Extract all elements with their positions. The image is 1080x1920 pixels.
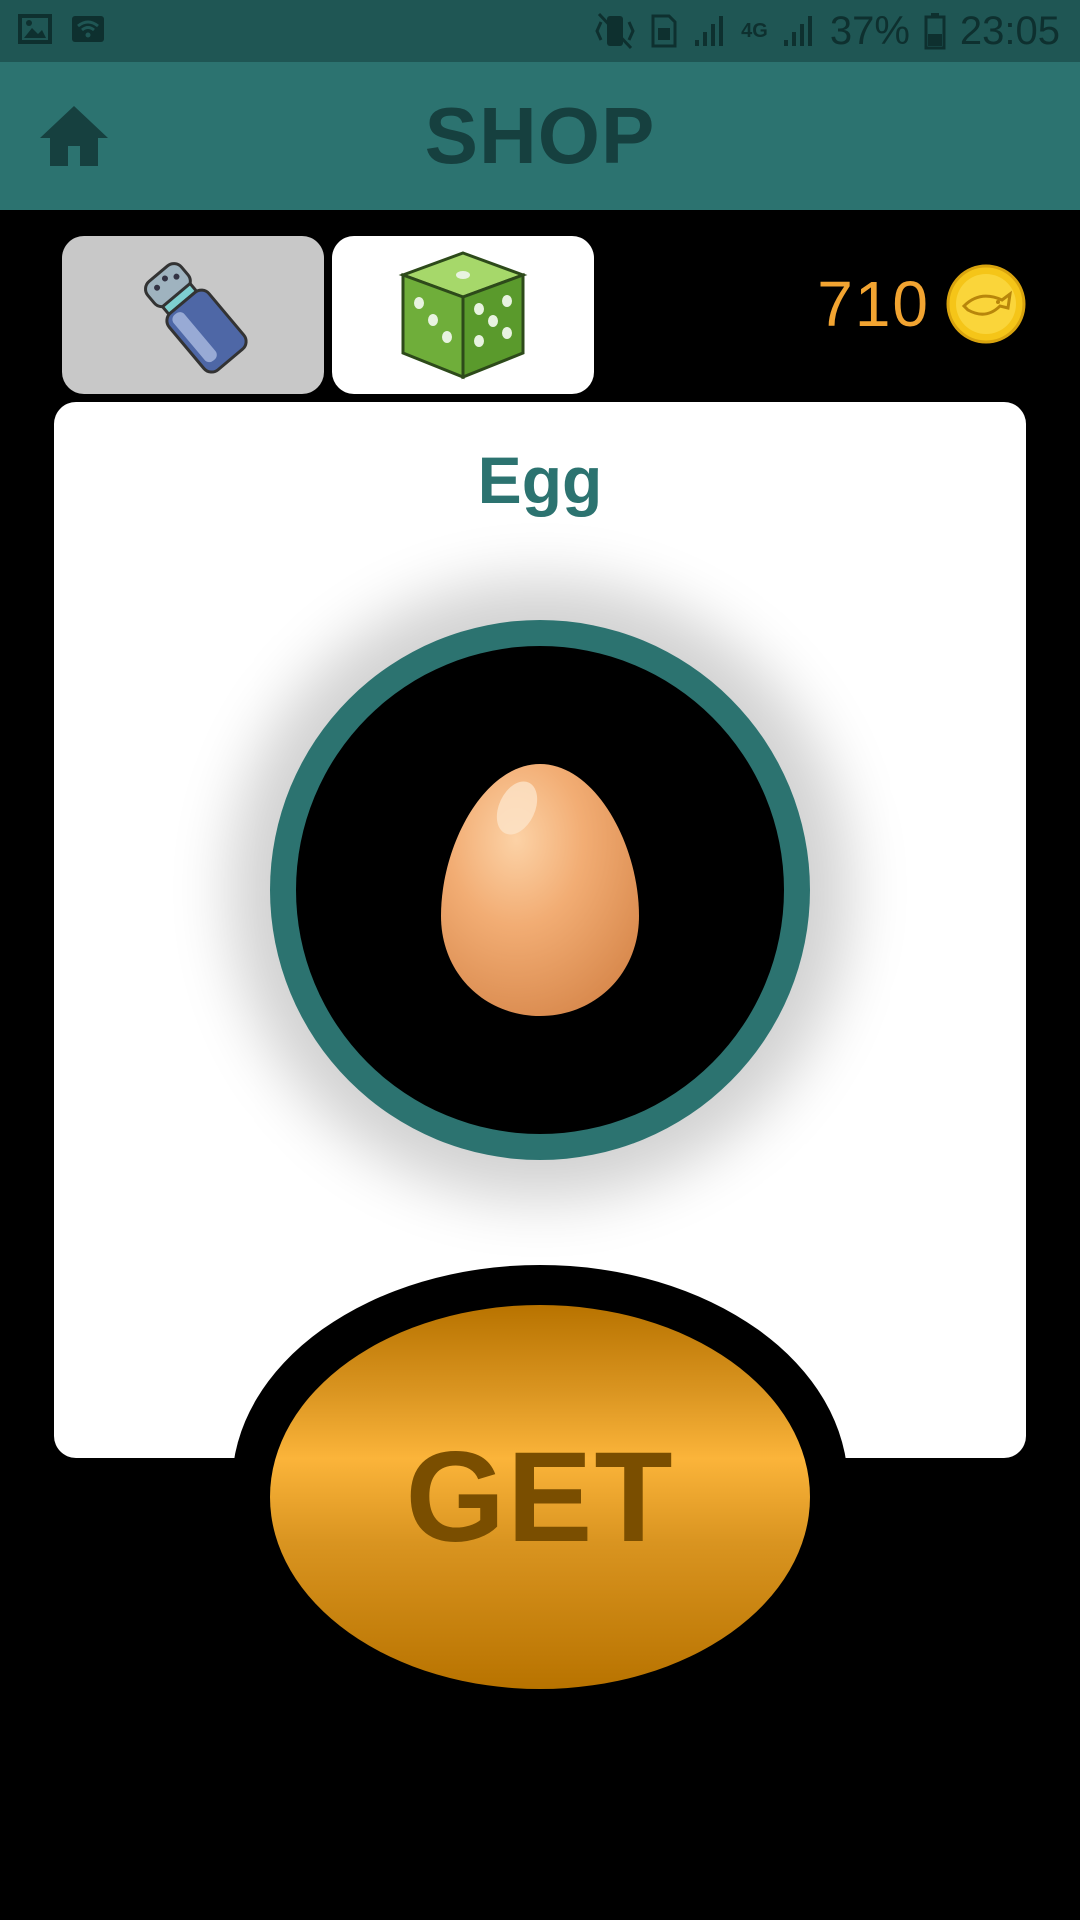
vibrate-icon: [595, 12, 635, 50]
signal-icon: [695, 16, 724, 46]
tab-salt[interactable]: [62, 236, 324, 394]
get-button-label: GET: [405, 1425, 675, 1569]
sim-icon: [651, 14, 677, 48]
coin-count: 710: [817, 268, 930, 340]
salt-shaker-icon: [144, 262, 248, 374]
tab-dice[interactable]: [332, 236, 594, 394]
item-name: Egg: [477, 443, 603, 517]
image-icon: [18, 14, 52, 44]
coin-icon: [946, 264, 1026, 344]
app-bar: SHOP: [0, 62, 1080, 210]
get-button[interactable]: GET: [270, 1305, 810, 1689]
signal-icon: [783, 16, 812, 46]
item-frame: [270, 620, 810, 1160]
clock: 23:05: [959, 8, 1060, 53]
page-title: SHOP: [424, 91, 656, 180]
egg-icon: [441, 764, 639, 1016]
dice-icon: [398, 251, 528, 380]
network-type: 4G: [741, 19, 768, 42]
coin-balance: 710: [817, 262, 1026, 346]
battery-icon: [924, 13, 946, 50]
battery-percent: 37%: [829, 8, 910, 53]
status-bar: 4G 37% 23:05: [0, 0, 1080, 62]
wifi-icon: [72, 16, 104, 42]
